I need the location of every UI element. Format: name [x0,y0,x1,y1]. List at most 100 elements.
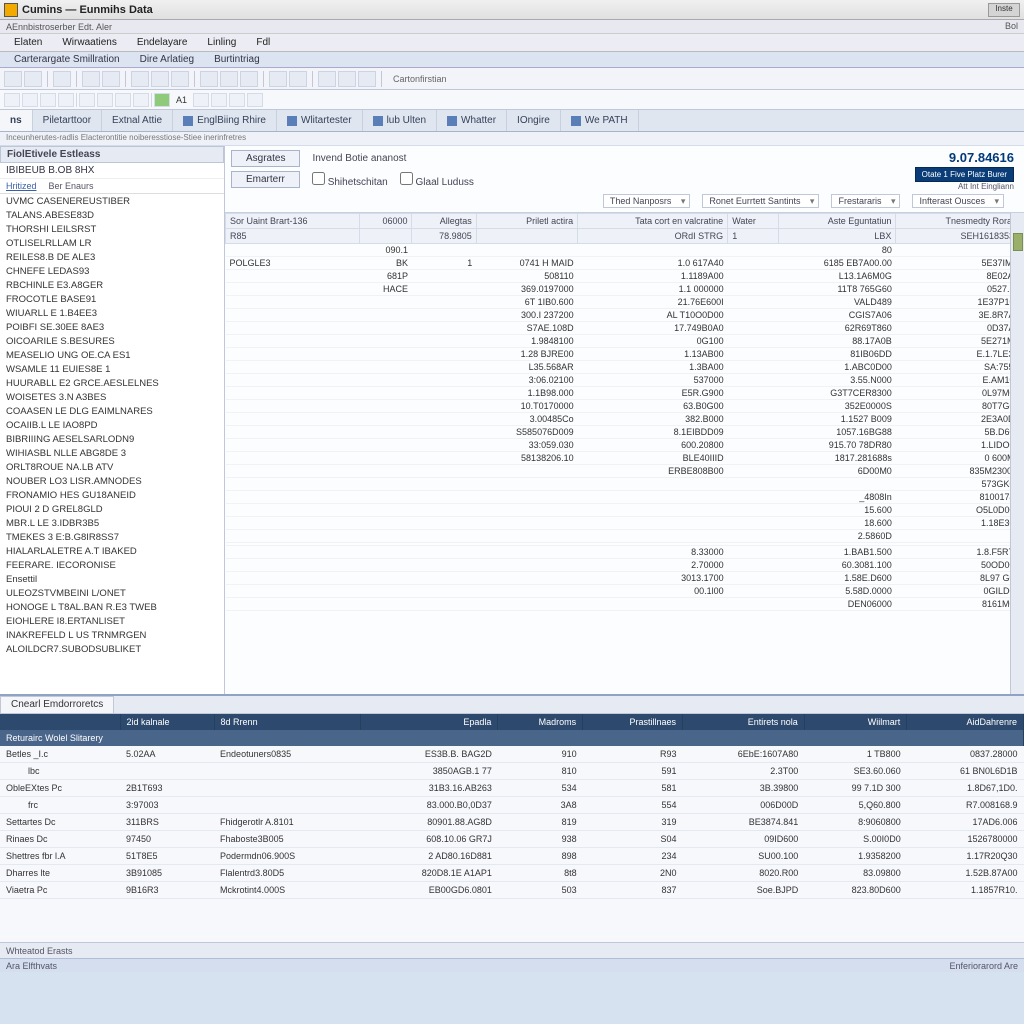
sidebar-item[interactable]: PIOUI 2 D GREL8GLD [0,502,224,516]
mode-item-1[interactable]: Dire Arlatieg [130,53,204,66]
tool2-icon-12[interactable] [247,93,263,107]
grid-h7[interactable]: Aste Eguntatiun [778,214,896,229]
tool2-icon-8[interactable] [133,93,149,107]
tool-icon-2[interactable] [24,71,42,87]
grid-h8[interactable]: Tnesmedty Rorael [896,214,1024,229]
tool2-icon-4[interactable] [58,93,74,107]
sidebar-item[interactable]: ULEOZSTVMBEINI L/ONET [0,586,224,600]
table-row[interactable]: S585076D0098.1EIBDD091057.16BG885B.D600 [226,426,1024,439]
tool2-icon-2[interactable] [22,93,38,107]
check-2[interactable] [400,172,413,185]
nav-tab-8[interactable]: We PATH [561,110,639,131]
menu-item-1[interactable]: Wirwaatiens [52,35,126,50]
bottom-row[interactable]: Rinaes Dc97450Fhaboste3B005608.10.06 GR7… [0,831,1024,848]
menu-item-4[interactable]: Fdl [246,35,280,50]
bottom-header-cell[interactable]: 8d Rrenn [214,714,360,730]
table-row[interactable]: ERBE808B006D00M0835M2300.6 [226,465,1024,478]
menu-item-0[interactable]: Elaten [4,35,52,50]
sidebar-item[interactable]: FRONAMIO HES GU18ANEID [0,488,224,502]
grid-h5[interactable]: Tata cort en valcratine [578,214,728,229]
sidebar-item[interactable]: ALOILDCR7.SUBODSUBLIKET [0,642,224,656]
tool-icon-16[interactable] [358,71,376,87]
bottom-header-cell[interactable]: Epadla [360,714,498,730]
sidebar-item[interactable]: UVMC CASENEREUSTIBER [0,194,224,208]
bottom-row[interactable]: ObleEXtes Pc2B1T69331B3.16.AB2635345813B… [0,780,1024,797]
sidebar-item[interactable]: REILES8.B DE ALE3 [0,250,224,264]
bottom-tab[interactable]: Cnearl Emdorroretcs [0,696,114,713]
nav-tab-0[interactable]: ns [0,110,33,131]
sidebar-item[interactable]: INAKREFELD L US TRNMRGEN [0,628,224,642]
nav-tab-4[interactable]: Wlitartester [277,110,363,131]
table-row[interactable]: L35.568AR1.3BA001.ABC0D00SA:755B [226,361,1024,374]
tool-icon-12[interactable] [269,71,287,87]
tool-icon-7[interactable] [151,71,169,87]
sidebar-item[interactable]: TMEKES 3 E:B.G8IR8SS7 [0,530,224,544]
mode-item-0[interactable]: Carterargate Smillration [4,53,130,66]
sidebar-item[interactable]: WIHIASBL NLLE ABG8DE 3 [0,446,224,460]
table-row[interactable]: HACE369.01970001.1 00000011T8 765G600527… [226,283,1024,296]
sidebar-item[interactable]: CHNEFE LEDAS93 [0,264,224,278]
mode-item-2[interactable]: Burtintriag [204,53,270,66]
sidebar-item[interactable]: POIBFI SE.30EE 8AE3 [0,320,224,334]
grid-scrollbar[interactable] [1010,213,1024,694]
nav-tab-1[interactable]: Piletarttoor [33,110,102,131]
grid-h6[interactable]: Water [728,214,779,229]
tool2-icon-3[interactable] [40,93,56,107]
table-row[interactable]: 15.600O5L0D000 [226,504,1024,517]
table-row[interactable]: 2.5860D [226,530,1024,543]
tool-icon-8[interactable] [171,71,189,87]
table-row[interactable]: 1.1B98.000E5R.G900G3T7CER83000L97M00 [226,387,1024,400]
window-button-1[interactable]: Inste [988,3,1020,17]
tool-icon-13[interactable] [289,71,307,87]
tool2-icon-5[interactable] [79,93,95,107]
table-row[interactable]: 090.180 [226,244,1024,257]
table-row[interactable]: POLGLE3BK10741 H MAID1.0 617A406185 EB7A… [226,257,1024,270]
sidebar-tab-1[interactable]: Hritized [0,179,43,193]
bottom-row[interactable]: Betles _I.c5.02AAEndeotuners0835ES3B.B. … [0,746,1024,763]
sidebar-item[interactable]: COAASEN LE DLG EAIMLNARES [0,404,224,418]
table-row[interactable]: 573GK00 [226,478,1024,491]
tool2-icon-11[interactable] [229,93,245,107]
bottom-header-cell[interactable]: 2id kalnale [120,714,214,730]
table-row[interactable]: 58138206.10BLE40IIID1817.281688s0 600M0 [226,452,1024,465]
filter-drop-2[interactable]: Ronet Eurrtett Santints [702,194,819,208]
check-1[interactable] [312,172,325,185]
table-row[interactable]: 1.98481000G10088.17A0B5E271M0 [226,335,1024,348]
sidebar-item[interactable]: MEASELIO UNG OE.CA ES1 [0,348,224,362]
sidebar-item[interactable]: FEERARE. IECORONISE [0,558,224,572]
sidebar-item[interactable]: OTLISELRLLAM LR [0,236,224,250]
tool-icon-9[interactable] [200,71,218,87]
menu-item-2[interactable]: Endelayare [127,35,198,50]
table-row[interactable]: 2.7000060.3081.10050OD000 [226,559,1024,572]
nav-tab-6[interactable]: Whatter [437,110,507,131]
nav-tab-3[interactable]: EnglBiing Rhire [173,110,277,131]
tool2-icon-accent[interactable] [154,93,170,107]
tool-icon-10[interactable] [220,71,238,87]
tool-icon-15[interactable] [338,71,356,87]
bottom-row[interactable]: Shettres fbr l.A51T8E5Podermdn06.900S2 A… [0,848,1024,865]
table-row[interactable]: 8.330001.BAB1.5001.8.F5R7S [226,546,1024,559]
nav-tab-7[interactable]: IOngire [507,110,561,131]
tool-icon-14[interactable] [318,71,336,87]
table-row[interactable]: 00.1l005.58D.00000GILD00 [226,585,1024,598]
sidebar-item[interactable]: EIOHLERE I8.ERTANLISET [0,614,224,628]
sidebar-item[interactable]: THORSHI LEILSRST [0,222,224,236]
sidebar-item[interactable]: TALANS.ABESE83D [0,208,224,222]
sidebar-item[interactable]: HONOGE L T8AL.BAN R.E3 TWEB [0,600,224,614]
nav-tab-5[interactable]: lub Ulten [363,110,437,131]
filter-drop-1[interactable]: Thed Nanposrs [603,194,691,208]
tool2-icon-10[interactable] [211,93,227,107]
nav-tab-2[interactable]: Extnal Attie [102,110,173,131]
tool2-icon-7[interactable] [115,93,131,107]
menu-item-3[interactable]: Linling [197,35,246,50]
sidebar-item[interactable]: ORLT8ROUE NA.LB ATV [0,460,224,474]
grid-h3[interactable]: Allegtas [412,214,476,229]
check-label-1[interactable]: Shihetschitan [312,172,388,188]
tool-icon-4[interactable] [82,71,100,87]
bottom-header-cell[interactable]: Prastillnaes [583,714,683,730]
tool-icon-11[interactable] [240,71,258,87]
table-row[interactable]: 681P5081101.1189A00L13.1A6M0G8E02AB [226,270,1024,283]
bottom-header-cell[interactable]: Madroms [498,714,583,730]
check-label-2[interactable]: Glaal Luduss [400,172,474,188]
filter-drop-3[interactable]: Frestararis [831,194,900,208]
